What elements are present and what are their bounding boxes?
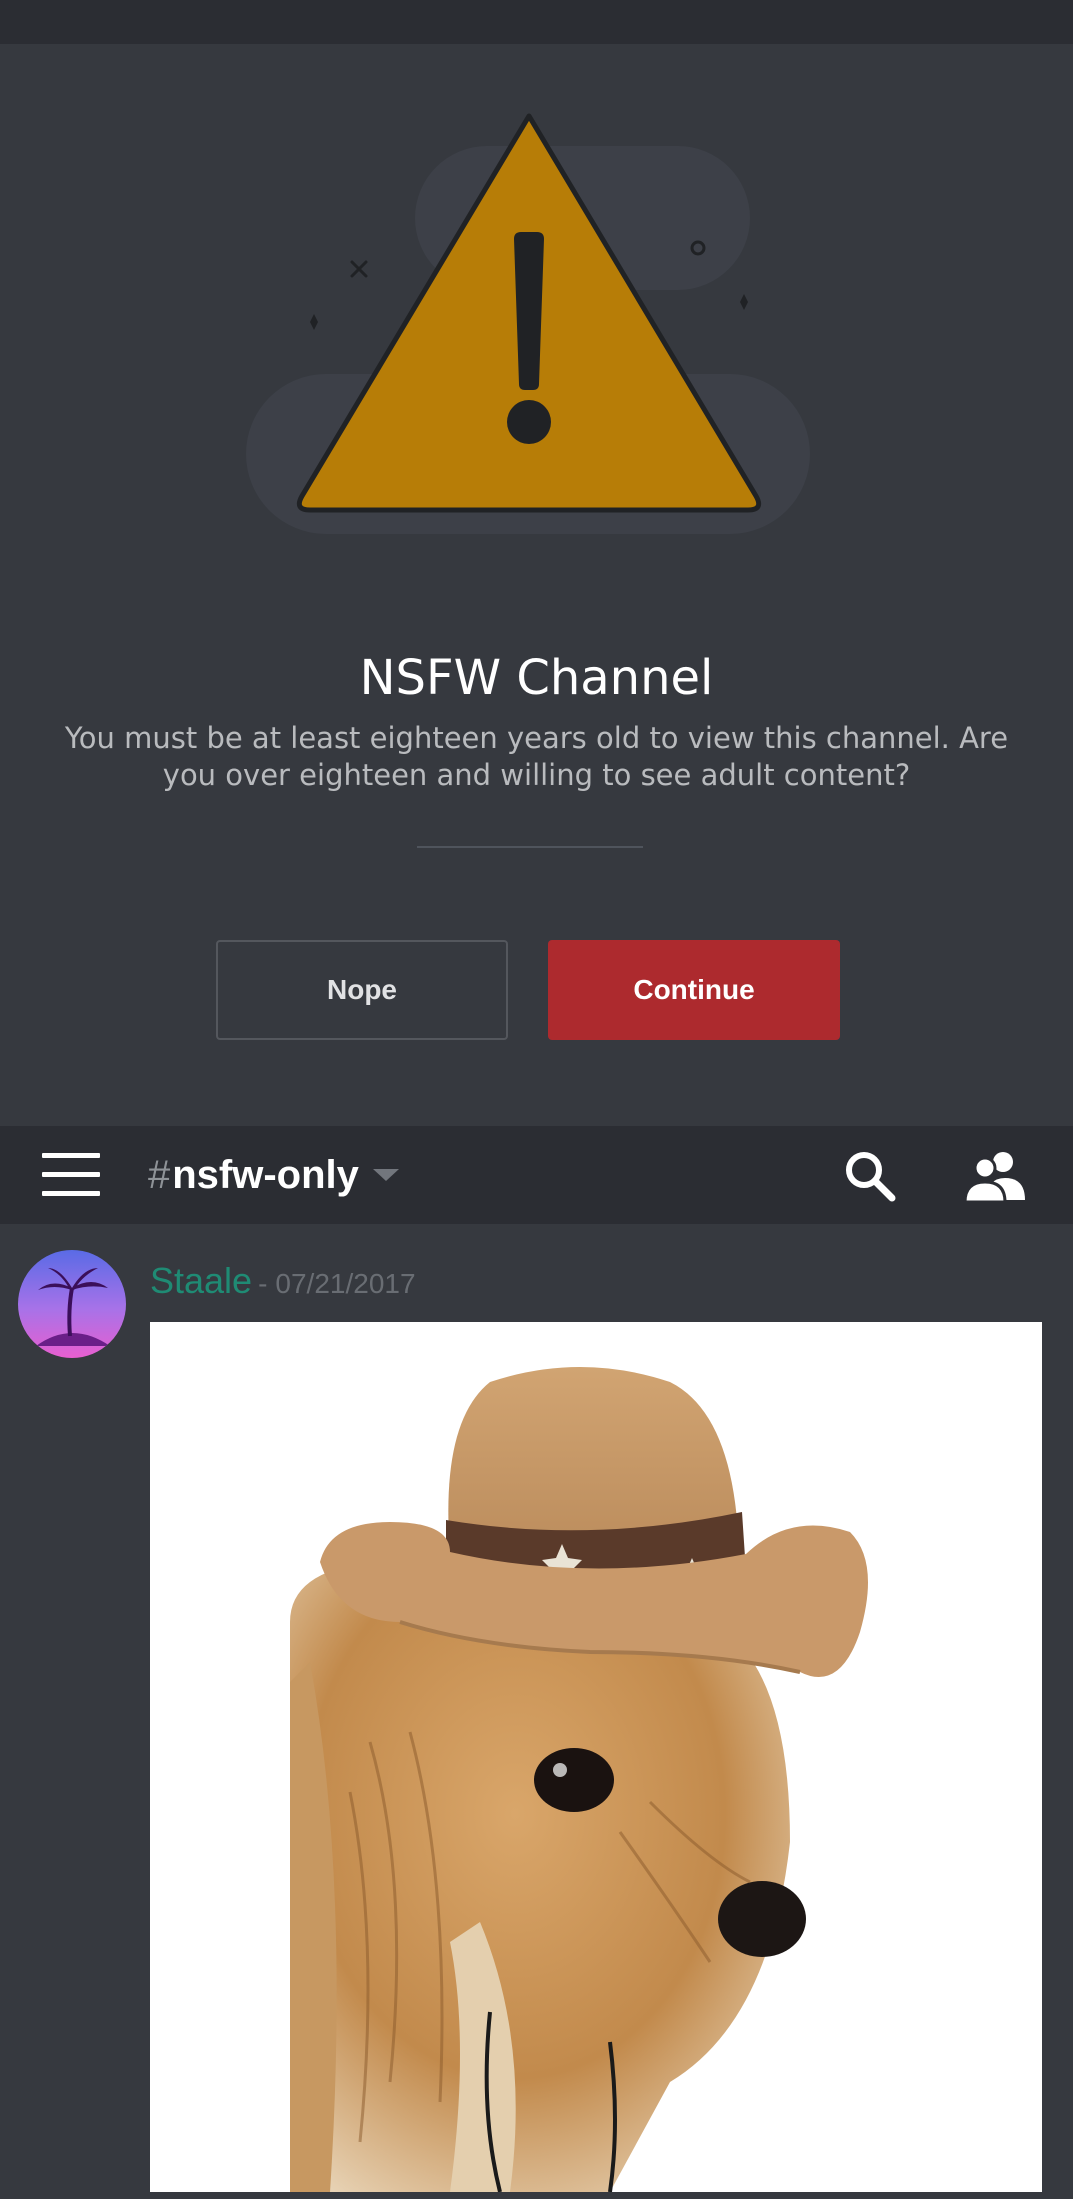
gate-description: You must be at least eighteen years old … — [64, 721, 1009, 792]
continue-button[interactable]: Continue — [548, 940, 840, 1040]
palm-tree-avatar-image — [18, 1250, 126, 1358]
separator: - — [258, 1268, 268, 1299]
message-list: Staale - 07/21/2017 — [0, 1224, 1073, 2199]
hamburger-menu-icon[interactable] — [42, 1153, 100, 1197]
search-icon[interactable] — [840, 1146, 900, 1206]
avatar[interactable] — [18, 1250, 126, 1358]
gate-title: NSFW Channel — [359, 650, 714, 706]
channel-name: nsfw-only — [172, 1152, 359, 1197]
divider — [417, 846, 643, 848]
channel-header: # nsfw-only — [0, 1126, 1073, 1224]
channel-hash: # — [148, 1152, 171, 1197]
top-strip — [0, 0, 1073, 44]
channel-title[interactable]: # nsfw-only — [148, 1148, 399, 1202]
nsfw-gate: NSFW Channel You must be at least eighte… — [0, 44, 1073, 1126]
members-icon[interactable] — [963, 1148, 1027, 1204]
message-header: Staale - 07/21/2017 — [150, 1260, 416, 1302]
nope-button[interactable]: Nope — [216, 940, 508, 1040]
dog-cowboy-hat-image — [150, 1322, 1042, 2192]
chevron-down-icon — [372, 1169, 399, 1181]
timestamp: 07/21/2017 — [275, 1268, 416, 1299]
warning-triangle-icon — [246, 113, 810, 534]
image-attachment[interactable] — [150, 1322, 1042, 2192]
author-name[interactable]: Staale — [150, 1260, 252, 1302]
